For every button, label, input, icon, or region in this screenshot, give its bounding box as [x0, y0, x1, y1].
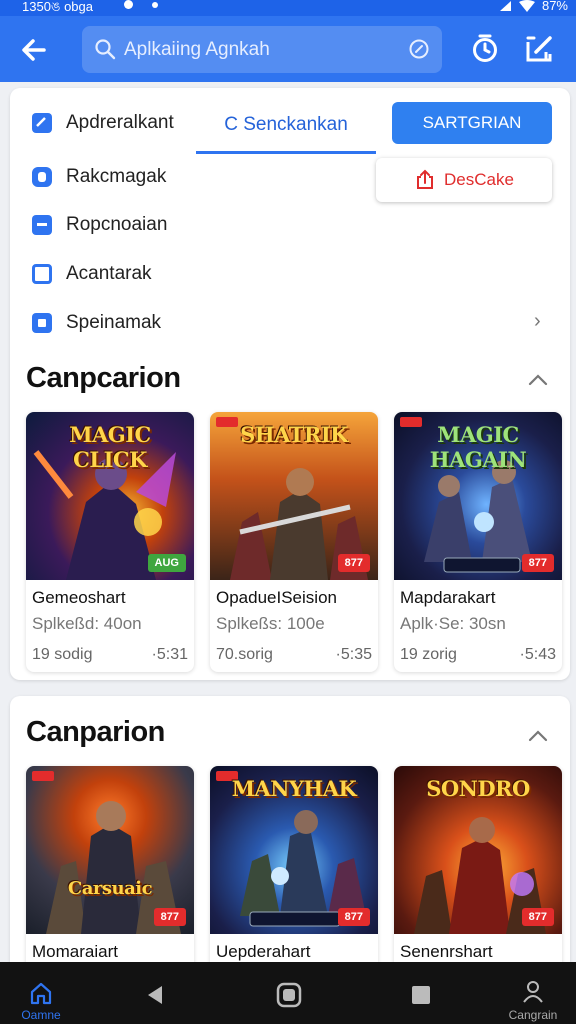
game-badge: 877 — [337, 908, 370, 926]
shield-icon — [32, 167, 52, 187]
bag-icon — [32, 215, 52, 235]
game-artwork: MANYHAK 877 — [210, 766, 378, 934]
game-logo: MANYHAK — [231, 776, 357, 801]
game-meta: 19 sodig — [32, 646, 93, 663]
nav-recents[interactable] — [396, 962, 446, 1024]
game-name: Gemeoshart — [32, 588, 126, 607]
category-item[interactable]: Rakcmagak — [32, 166, 166, 188]
battery-level: 87% — [541, 0, 568, 13]
notification-dot-icon — [152, 2, 158, 8]
clear-icon[interactable] — [408, 38, 430, 60]
game-meta: 70.sorig — [216, 646, 273, 663]
category-label: Ropcnoaian — [66, 214, 168, 235]
game-name: Momaraiart — [32, 942, 118, 961]
history-button[interactable] — [468, 32, 502, 66]
game-duration: ·5:43 — [519, 646, 556, 663]
game-card[interactable]: SHATRIK 877 OpadueISeision Splkeßs: 100e… — [210, 412, 378, 672]
signal-icon — [499, 0, 511, 11]
edit-button[interactable] — [522, 32, 556, 66]
square-recents-icon — [412, 986, 430, 1004]
game-artwork: Carsuaic 877 — [26, 766, 194, 934]
game-artwork: SONDRO 877 — [394, 766, 562, 934]
game-name: Uepderahart — [216, 942, 311, 961]
search-icon — [95, 39, 116, 60]
circle-home-icon — [276, 982, 302, 1008]
primary-button[interactable]: SARTGRIAN — [392, 102, 552, 144]
game-badge: 877 — [521, 554, 554, 572]
arrow-left-icon — [22, 39, 46, 61]
person-icon — [523, 981, 543, 1003]
game-logo: MAGIC CLICK — [69, 422, 151, 472]
share-button[interactable]: DesCake — [376, 158, 552, 202]
nav-profile[interactable]: Cangrain — [496, 962, 570, 1024]
category-item[interactable]: Acantarak — [32, 263, 152, 285]
game-logo: MAGIC HAGAIN — [429, 422, 527, 472]
game-name: Mapdarakart — [400, 588, 496, 607]
game-logo: SHATRIK — [240, 422, 348, 447]
section-title: Canpcarion — [26, 362, 181, 394]
category-label: Apdreralkant — [66, 112, 174, 133]
game-subtitle: Splkeßd: 40on — [32, 614, 142, 633]
game-badge: 877 — [521, 908, 554, 926]
back-button[interactable] — [16, 32, 52, 68]
nav-home[interactable]: Oamne — [6, 962, 76, 1024]
wifi-icon — [518, 0, 535, 12]
category-card: Apdreralkant Rakcmagak Ropcnoaian Acanta… — [10, 88, 570, 680]
bottom-nav: Oamne Cangrain — [0, 962, 576, 1024]
game-name: Senenrshart — [400, 942, 493, 961]
checklist-icon — [32, 113, 52, 133]
nav-home-system[interactable] — [264, 962, 314, 1024]
home-icon — [30, 982, 52, 1005]
category-item[interactable]: Ropcnoaian — [32, 214, 167, 236]
game-artwork: MAGIC CLICK AUG — [26, 412, 194, 580]
game-duration: ·5:31 — [151, 646, 188, 663]
game-artwork: SHATRIK 877 — [210, 412, 378, 580]
app-bar: Aplkaiing Agnkah — [0, 16, 576, 82]
category-label: Acantarak — [66, 263, 152, 284]
game-logo: SONDRO — [426, 776, 530, 801]
nav-profile-label: Cangrain — [508, 1008, 558, 1022]
square-filled-icon — [32, 313, 52, 333]
category-item[interactable]: Speinamak — [32, 312, 161, 334]
game-card[interactable]: SONDRO 877 Senenrshart — [394, 766, 562, 976]
nav-home-label: Oamne — [21, 1008, 61, 1022]
nav-back[interactable] — [130, 962, 180, 1024]
chevron-up-right-icon[interactable] — [526, 724, 550, 748]
chevron-right-icon[interactable]: › — [534, 310, 541, 333]
game-name: OpadueISeision — [216, 588, 337, 607]
game-meta: 19 zorig — [400, 646, 457, 663]
category-item[interactable]: Apdreralkant — [32, 112, 174, 134]
game-subtitle: Aplk·Se: 30sn — [400, 614, 506, 633]
status-bar: 1350ঙ obga 87% — [0, 0, 576, 16]
chevron-up-right-icon[interactable] — [526, 368, 550, 392]
game-badge: 877 — [153, 908, 186, 926]
game-logo: Carsuaic — [67, 878, 153, 899]
edit-square-icon — [526, 36, 552, 62]
game-badge: 877 — [337, 554, 370, 572]
triangle-back-icon — [148, 986, 162, 1004]
share-label: DesCake — [444, 170, 514, 189]
status-right: 87% — [498, 0, 568, 13]
game-badge: AUG — [147, 554, 186, 572]
section-card: Canparion Carsuaic 877 Momaraiart MANYHA… — [10, 696, 570, 976]
square-icon — [32, 264, 52, 284]
game-card[interactable]: MAGIC CLICK AUG Gemeoshart Splkeßd: 40on… — [26, 412, 194, 672]
section-title: Canparion — [26, 716, 165, 748]
share-icon — [417, 169, 434, 189]
game-card[interactable]: MANYHAK 877 Uepderahart — [210, 766, 378, 976]
notification-dot-icon — [124, 0, 133, 9]
game-duration: ·5:35 — [335, 646, 372, 663]
game-artwork: MAGIC HAGAIN 877 — [394, 412, 562, 580]
clock-icon — [473, 34, 497, 62]
category-label: Speinamak — [66, 312, 162, 333]
tab-active[interactable]: C Senckankan — [196, 110, 376, 154]
game-card[interactable]: Carsuaic 877 Momaraiart — [26, 766, 194, 976]
category-label: Rakcmagak — [66, 166, 167, 187]
game-card[interactable]: MAGIC HAGAIN 877 Mapdarakart Aplk·Se: 30… — [394, 412, 562, 672]
search-placeholder: Aplkaiing Agnkah — [124, 39, 270, 60]
search-input[interactable]: Aplkaiing Agnkah — [82, 26, 442, 73]
game-subtitle: Splkeßs: 100e — [216, 614, 325, 633]
